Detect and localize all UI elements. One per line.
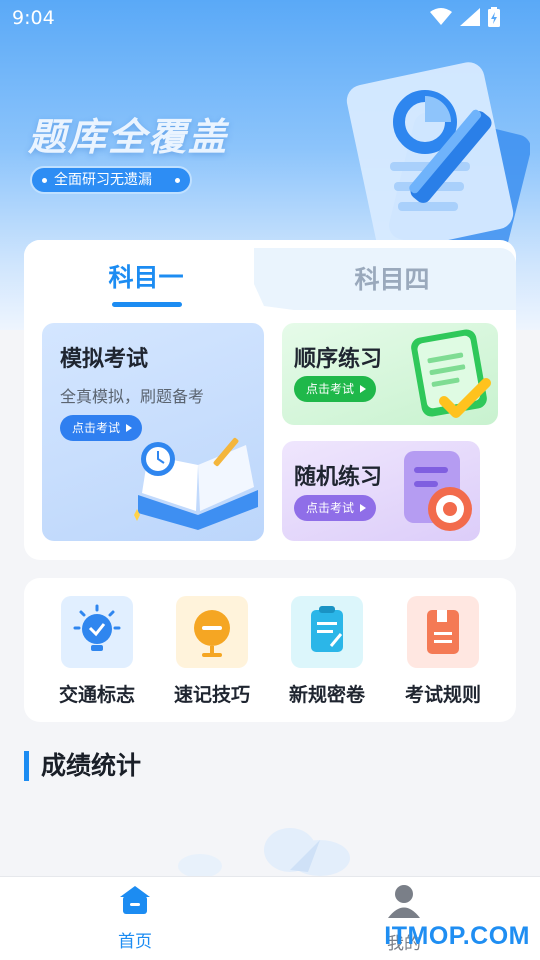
tile-title: 随机练习 bbox=[294, 465, 383, 490]
tool-label: 速记技巧 bbox=[173, 684, 250, 706]
tool-label: 交通标志 bbox=[58, 684, 135, 706]
status-time: 9:04 bbox=[12, 7, 55, 29]
tab-subject-one[interactable]: 科目一 bbox=[96, 258, 196, 294]
status-bar: 9:04 bbox=[0, 0, 540, 36]
user-icon bbox=[388, 885, 420, 918]
open-book-clock-icon bbox=[134, 437, 258, 530]
random-practice-tile[interactable]: 随机练习 点击考试 bbox=[282, 441, 480, 541]
cloud-illustration bbox=[178, 828, 350, 878]
document-pen-illustration bbox=[346, 62, 530, 252]
active-tab-indicator bbox=[112, 302, 182, 307]
clipboard-icon bbox=[311, 606, 343, 652]
sequential-practice-button[interactable]: 点击考试 bbox=[294, 376, 377, 402]
nav-label: 首页 bbox=[118, 932, 152, 952]
lamp-icon bbox=[194, 610, 230, 657]
wifi-icon bbox=[430, 8, 452, 25]
tool-label: 考试规则 bbox=[404, 684, 481, 706]
tool-memory-tips[interactable]: 速记技巧 bbox=[157, 596, 267, 707]
mock-exam-tile[interactable]: 模拟考试 全真模拟，刷题备考 点击考试 bbox=[42, 323, 264, 541]
book-icon bbox=[427, 610, 459, 654]
tile-title: 模拟考试 bbox=[60, 347, 149, 372]
random-practice-button[interactable]: 点击考试 bbox=[294, 495, 377, 521]
tool-label: 新规密卷 bbox=[288, 684, 365, 706]
watermark: ITMOP.COM bbox=[384, 922, 530, 950]
battery-icon bbox=[488, 7, 500, 27]
signal-icon bbox=[460, 8, 480, 26]
tools-card: 交通标志 速记技巧 新规密卷 考试规则 bbox=[24, 578, 516, 722]
nav-home[interactable]: 首页 bbox=[75, 883, 195, 952]
tab-subject-four[interactable]: 科目四 bbox=[342, 260, 442, 296]
tool-new-rules-papers[interactable]: 新规密卷 bbox=[272, 596, 382, 707]
tool-exam-rules[interactable]: 考试规则 bbox=[388, 596, 498, 707]
hero-title: 题库全覆盖 bbox=[28, 115, 229, 159]
tool-traffic-signs[interactable]: 交通标志 bbox=[42, 596, 152, 707]
checklist-icon bbox=[411, 329, 491, 418]
score-statistics-heading: 成绩统计 bbox=[24, 751, 141, 781]
tile-subtitle: 全真模拟，刷题备考 bbox=[60, 387, 205, 406]
home-icon bbox=[120, 886, 150, 914]
sequential-practice-tile[interactable]: 顺序练习 点击考试 bbox=[282, 323, 498, 425]
target-document-icon bbox=[404, 451, 472, 531]
hero-tagline: 全面研习无遗漏 bbox=[30, 166, 192, 194]
lightbulb-icon bbox=[73, 604, 121, 651]
practice-card: 科目一 科目四 模拟考试 全真模拟，刷题备考 点击考试 顺序练习 点击考试 随机… bbox=[24, 240, 516, 560]
tile-title: 顺序练习 bbox=[294, 347, 383, 372]
